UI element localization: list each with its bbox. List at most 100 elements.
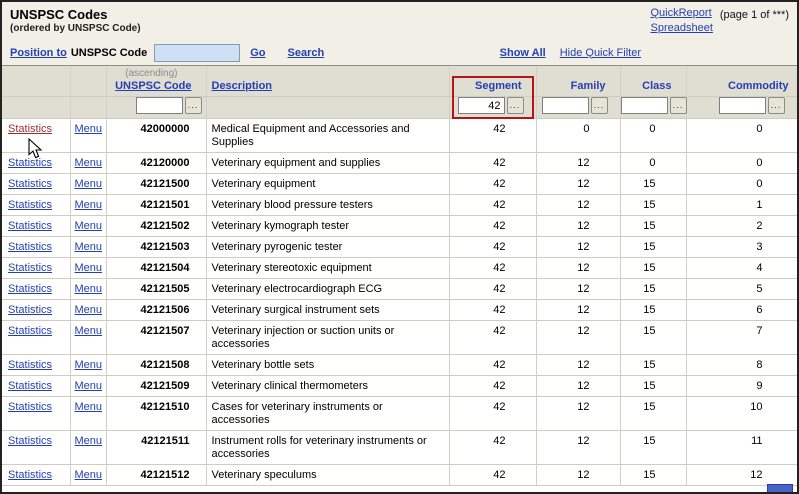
commodity-cell: 11 [686,430,797,464]
column-header-class[interactable]: Class [642,80,671,92]
segment-cell: 42 [449,396,536,430]
statistics-link[interactable]: Statistics [8,435,52,447]
family-filter-more-button[interactable]: ... [591,97,608,114]
segment-filter-more-button[interactable]: ... [507,97,524,114]
unspsc-code-filter-more-button[interactable]: ... [185,97,202,114]
description-cell: Veterinary injection or suction units or… [206,320,449,354]
family-filter-input[interactable] [542,97,589,114]
segment-cell: 42 [449,118,536,152]
menu-link[interactable]: Menu [75,262,103,274]
go-button[interactable]: Go [250,47,265,59]
menu-link[interactable]: Menu [75,359,103,371]
statistics-cell: Statistics [2,215,70,236]
table-row: Statistics Menu 42121510 Cases for veter… [2,396,797,430]
quickreport-link[interactable]: QuickReport [651,7,713,19]
menu-link[interactable]: Menu [75,401,103,413]
family-cell: 12 [536,173,620,194]
menu-link[interactable]: Menu [75,283,103,295]
header-right: QuickReport Spreadsheet (page 1 of ***) [651,7,790,40]
show-all-link[interactable]: Show All [500,47,546,59]
search-link[interactable]: Search [288,47,325,59]
statistics-link[interactable]: Statistics [8,380,52,392]
scrollbar-thumb[interactable] [767,484,793,494]
column-header-row: (ascending) UNSPSC Code Description Segm… [2,66,797,96]
column-header-segment[interactable]: Segment [475,80,521,92]
family-cell: 12 [536,320,620,354]
segment-filter-cell: ... [449,96,536,118]
class-cell: 15 [620,464,686,485]
menu-cell: Menu [70,173,106,194]
class-cell: 15 [620,430,686,464]
description-cell: Veterinary equipment and supplies [206,152,449,173]
menu-link[interactable]: Menu [75,123,103,135]
commodity-filter-input[interactable] [719,97,766,114]
statistics-link[interactable]: Statistics [8,123,52,135]
unspsc-code-cell: 42121511 [106,430,206,464]
unspsc-code-filter-input[interactable] [136,97,183,114]
column-header-family[interactable]: Family [571,80,606,92]
menu-link[interactable]: Menu [75,220,103,232]
menu-link[interactable]: Menu [75,199,103,211]
menu-cell: Menu [70,320,106,354]
family-cell: 12 [536,194,620,215]
statistics-link[interactable]: Statistics [8,220,52,232]
table-row: Statistics Menu 42121506 Veterinary surg… [2,299,797,320]
statistics-link[interactable]: Statistics [8,401,52,413]
statistics-link[interactable]: Statistics [8,469,52,481]
table-row: Statistics Menu 42121505 Veterinary elec… [2,278,797,299]
menu-cell: Menu [70,375,106,396]
statistics-link[interactable]: Statistics [8,178,52,190]
statistics-cell: Statistics [2,320,70,354]
spreadsheet-link[interactable]: Spreadsheet [651,22,713,34]
menu-link[interactable]: Menu [75,380,103,392]
menu-link[interactable]: Menu [75,435,103,447]
class-filter-input[interactable] [621,97,668,114]
unspsc-code-cell: 42121507 [106,320,206,354]
description-cell: Veterinary pyrogenic tester [206,236,449,257]
statistics-link[interactable]: Statistics [8,262,52,274]
commodity-filter-more-button[interactable]: ... [768,97,785,114]
menu-link[interactable]: Menu [75,325,103,337]
class-filter-more-button[interactable]: ... [670,97,687,114]
commodity-cell: 10 [686,396,797,430]
table-row: Statistics Menu 42121511 Instrument roll… [2,430,797,464]
segment-filter-input[interactable] [458,97,505,114]
statistics-cell: Statistics [2,278,70,299]
commodity-cell: 6 [686,299,797,320]
menu-link[interactable]: Menu [75,178,103,190]
statistics-link[interactable]: Statistics [8,325,52,337]
family-cell: 12 [536,278,620,299]
position-to-link[interactable]: Position to [10,47,67,59]
description-cell: Veterinary surgical instrument sets [206,299,449,320]
menu-link[interactable]: Menu [75,304,103,316]
menu-link[interactable]: Menu [75,241,103,253]
statistics-cell: Statistics [2,354,70,375]
statistics-cell: Statistics [2,236,70,257]
description-cell: Veterinary electrocardiograph ECG [206,278,449,299]
column-header-description[interactable]: Description [212,80,273,92]
toolbar-right: Show All Hide Quick Filter [500,47,641,59]
class-cell: 15 [620,215,686,236]
statistics-link[interactable]: Statistics [8,199,52,211]
commodity-cell: 1 [686,194,797,215]
segment-cell: 42 [449,173,536,194]
column-header-unspsc-code[interactable]: UNSPSC Code [115,80,191,92]
class-cell: 15 [620,257,686,278]
class-filter-cell: ... [620,96,686,118]
commodity-filter-cell: ... [686,96,797,118]
statistics-link[interactable]: Statistics [8,283,52,295]
commodity-cell: 0 [686,152,797,173]
unspsc-code-cell: 42121506 [106,299,206,320]
description-column-header: Description [206,66,449,96]
hide-quick-filter-link[interactable]: Hide Quick Filter [560,47,641,59]
statistics-link[interactable]: Statistics [8,359,52,371]
column-header-commodity[interactable]: Commodity [728,80,789,92]
menu-link[interactable]: Menu [75,469,103,481]
statistics-link[interactable]: Statistics [8,241,52,253]
statistics-cell: Statistics [2,375,70,396]
position-to-input[interactable] [154,44,240,62]
menu-link[interactable]: Menu [75,157,103,169]
statistics-link[interactable]: Statistics [8,304,52,316]
description-cell: Veterinary blood pressure testers [206,194,449,215]
statistics-cell: Statistics [2,173,70,194]
